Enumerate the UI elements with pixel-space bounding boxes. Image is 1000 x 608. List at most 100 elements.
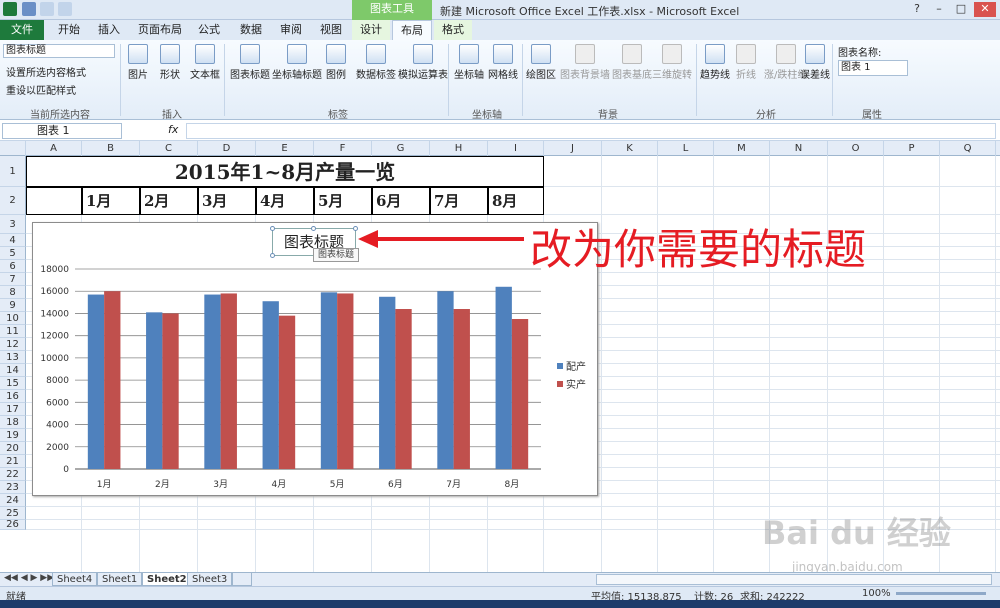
- month-cell[interactable]: 1月: [82, 187, 140, 215]
- 3d-rotation-button[interactable]: 三维旋转: [652, 44, 692, 81]
- row-header-23[interactable]: 23: [0, 481, 26, 494]
- legend-button[interactable]: 图例: [326, 44, 346, 81]
- column-header-n[interactable]: N: [770, 141, 828, 156]
- row-header-24[interactable]: 24: [0, 494, 26, 507]
- row-header-19[interactable]: 19: [0, 429, 26, 442]
- zoom-level[interactable]: 100%: [862, 588, 891, 599]
- tab-page-layout[interactable]: 页面布局: [130, 20, 190, 40]
- tab-formulas[interactable]: 公式: [190, 20, 228, 40]
- chart-floor-button[interactable]: 图表基底: [612, 44, 652, 81]
- row-header-8[interactable]: 8: [0, 286, 26, 299]
- formula-input[interactable]: [186, 123, 996, 139]
- sheet-table-title[interactable]: 2015年1~8月产量一览: [26, 156, 544, 187]
- column-header-p[interactable]: P: [884, 141, 940, 156]
- tab-design[interactable]: 设计: [352, 20, 390, 40]
- axis-titles-button[interactable]: 坐标轴标题: [272, 44, 322, 81]
- tab-layout[interactable]: 布局: [392, 20, 432, 40]
- column-header-b[interactable]: B: [82, 141, 140, 156]
- axes-button[interactable]: 坐标轴: [454, 44, 484, 81]
- data-table-button[interactable]: 模拟运算表: [398, 44, 448, 81]
- data-labels-button[interactable]: 数据标签: [356, 44, 396, 81]
- row-header-15[interactable]: 15: [0, 377, 26, 390]
- horizontal-scrollbar[interactable]: [596, 574, 992, 585]
- row-header-6[interactable]: 6: [0, 260, 26, 273]
- row-header-4[interactable]: 4: [0, 234, 26, 247]
- sheet-tab-sheet1[interactable]: Sheet1: [97, 573, 143, 586]
- row-header-14[interactable]: 14: [0, 364, 26, 377]
- row-header-13[interactable]: 13: [0, 351, 26, 364]
- row-header-18[interactable]: 18: [0, 416, 26, 429]
- month-cell[interactable]: 6月: [372, 187, 430, 215]
- column-header-q[interactable]: Q: [940, 141, 996, 156]
- column-header-g[interactable]: G: [372, 141, 430, 156]
- column-header-i[interactable]: I: [488, 141, 544, 156]
- row-header-1[interactable]: 1: [0, 156, 26, 187]
- zoom-slider[interactable]: [896, 592, 986, 595]
- sheet-tab-sheet3[interactable]: Sheet3: [187, 573, 233, 586]
- row-header-5[interactable]: 5: [0, 247, 26, 260]
- column-header-h[interactable]: H: [430, 141, 488, 156]
- column-header-f[interactable]: F: [314, 141, 372, 156]
- undo-icon[interactable]: [40, 2, 54, 16]
- row-header-7[interactable]: 7: [0, 273, 26, 286]
- lines-button[interactable]: 折线: [736, 44, 756, 81]
- plot-area-button[interactable]: 绘图区: [526, 44, 556, 81]
- column-header-j[interactable]: J: [544, 141, 602, 156]
- chart-title-button[interactable]: 图表标题: [230, 44, 270, 81]
- minimize-button[interactable]: –: [928, 2, 950, 17]
- error-bars-button[interactable]: 误差线: [800, 44, 830, 81]
- month-cell[interactable]: 5月: [314, 187, 372, 215]
- month-cell[interactable]: 2月: [140, 187, 198, 215]
- month-cell[interactable]: 8月: [488, 187, 544, 215]
- tab-review[interactable]: 审阅: [272, 20, 310, 40]
- column-header-o[interactable]: O: [828, 141, 884, 156]
- name-box[interactable]: 图表 1: [2, 123, 122, 139]
- insert-picture-button[interactable]: 图片: [128, 44, 148, 81]
- chart-name-input[interactable]: 图表 1: [838, 60, 908, 76]
- row-header-3[interactable]: 3: [0, 215, 26, 234]
- save-icon[interactable]: [22, 2, 36, 16]
- tab-format[interactable]: 格式: [434, 20, 472, 40]
- row-header-17[interactable]: 17: [0, 403, 26, 416]
- tab-insert[interactable]: 插入: [90, 20, 128, 40]
- table-cell[interactable]: [26, 187, 82, 215]
- row-header-10[interactable]: 10: [0, 312, 26, 325]
- insert-shapes-button[interactable]: 形状: [160, 44, 180, 81]
- selection-handle[interactable]: [270, 226, 275, 231]
- sheet-tab-sheet2[interactable]: Sheet2: [142, 573, 192, 586]
- chart-area[interactable]: 0 2000 4000 6000 8000 10000 12000 14000 16000 180…: [32, 222, 598, 496]
- column-header-e[interactable]: E: [256, 141, 314, 156]
- row-header-9[interactable]: 9: [0, 299, 26, 312]
- row-header-11[interactable]: 11: [0, 325, 26, 338]
- row-header-12[interactable]: 12: [0, 338, 26, 351]
- select-all-corner[interactable]: [0, 141, 26, 156]
- column-header-l[interactable]: L: [658, 141, 714, 156]
- column-header-k[interactable]: K: [602, 141, 658, 156]
- column-header-m[interactable]: M: [714, 141, 770, 156]
- sheet-nav-arrows-icon[interactable]: ◀◀ ◀ ▶ ▶▶: [4, 573, 54, 583]
- month-cell[interactable]: 3月: [198, 187, 256, 215]
- chart-wall-button[interactable]: 图表背景墙: [560, 44, 610, 81]
- tab-home[interactable]: 开始: [50, 20, 88, 40]
- fx-icon[interactable]: fx: [168, 123, 178, 136]
- month-cell[interactable]: 7月: [430, 187, 488, 215]
- column-header-a[interactable]: A: [26, 141, 82, 156]
- row-header-22[interactable]: 22: [0, 468, 26, 481]
- row-header-21[interactable]: 21: [0, 455, 26, 468]
- insert-sheet-icon[interactable]: [232, 573, 252, 586]
- row-header-2[interactable]: 2: [0, 187, 26, 215]
- maximize-button[interactable]: □: [950, 2, 972, 17]
- row-header-20[interactable]: 20: [0, 442, 26, 455]
- tab-file[interactable]: 文件: [0, 20, 44, 40]
- gridlines-button[interactable]: 网格线: [488, 44, 518, 81]
- row-header-26[interactable]: 26: [0, 520, 26, 530]
- reset-style-button[interactable]: 重设以匹配样式: [6, 82, 76, 97]
- insert-textbox-button[interactable]: 文本框: [190, 44, 220, 81]
- tab-view[interactable]: 视图: [312, 20, 350, 40]
- selection-handle[interactable]: [270, 253, 275, 258]
- selection-handle[interactable]: [311, 226, 316, 231]
- redo-icon[interactable]: [58, 2, 72, 16]
- format-selection-button[interactable]: 设置所选内容格式: [6, 64, 86, 79]
- month-cell[interactable]: 4月: [256, 187, 314, 215]
- chart-elements-dropdown[interactable]: 图表标题: [3, 44, 115, 58]
